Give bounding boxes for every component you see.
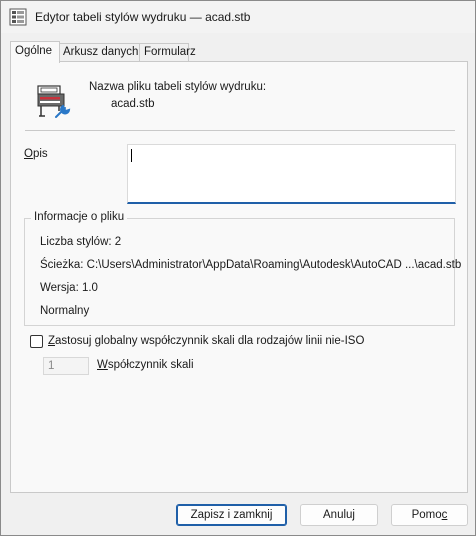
description-label: Opis	[24, 148, 48, 160]
tab-form-view[interactable]: Formularz	[139, 43, 196, 62]
cancel-button[interactable]: Anuluj	[300, 504, 378, 526]
file-info-group: Informacje o pliku Liczba stylów: 2 Ście…	[24, 211, 461, 326]
version-text: Wersja: 1.0	[40, 282, 98, 294]
description-textarea[interactable]	[127, 144, 456, 204]
file-info-legend: Informacje o pliku	[31, 211, 128, 223]
tab-data-sheet[interactable]: Arkusz danych	[58, 43, 143, 62]
plot-style-table-editor-window: Edytor tabeli stylów wydruku — acad.stb …	[0, 0, 476, 536]
file-path-text: Ścieżka: C:\Users\Administrator\AppData\…	[40, 259, 462, 271]
table-type-text: Normalny	[40, 305, 90, 317]
scale-factor-label: Współczynnik skali	[97, 359, 194, 371]
style-count-text: Liczba stylów: 2	[40, 236, 122, 248]
help-button[interactable]: Pomoc	[391, 504, 468, 526]
plotter-settings-icon	[37, 85, 71, 118]
general-tab-panel: Nazwa pliku tabeli stylów wydruku: acad.…	[10, 61, 468, 493]
save-and-close-button[interactable]: Zapisz i zamknij	[176, 504, 287, 526]
plot-style-table-icon	[9, 8, 27, 26]
filename-value: acad.stb	[111, 98, 155, 110]
global-scale-checkbox-label[interactable]: Zastosuj globalny współczynnik skali dla…	[48, 335, 364, 347]
text-caret	[131, 149, 132, 162]
tab-general[interactable]: Ogólne	[10, 41, 60, 63]
global-scale-checkbox[interactable]	[30, 335, 43, 348]
window-title: Edytor tabeli stylów wydruku — acad.stb	[35, 10, 251, 24]
filename-label: Nazwa pliku tabeli stylów wydruku:	[89, 81, 267, 93]
scale-factor-input[interactable]: 1	[43, 357, 89, 375]
separator	[25, 130, 455, 131]
title-bar[interactable]: Edytor tabeli stylów wydruku — acad.stb	[1, 1, 475, 33]
